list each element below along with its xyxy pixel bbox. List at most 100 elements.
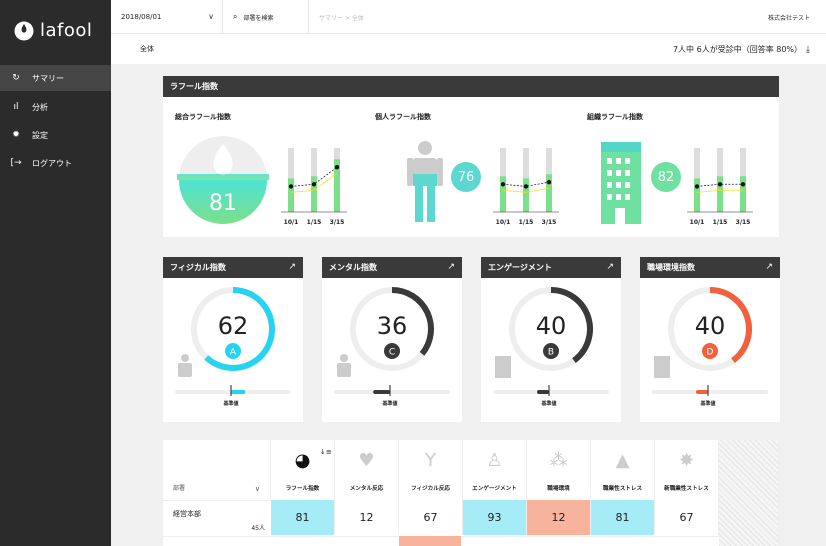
search-label: 部署を検索 [243, 14, 274, 22]
card-score: 40 [536, 312, 567, 340]
column-header[interactable]: ✸ 新職業性ストレス [655, 440, 719, 500]
value-bar [717, 176, 723, 212]
refresh-icon: ↻ [12, 73, 20, 83]
card-title: エンゲージメント [488, 263, 552, 272]
search-icon: ⌕ [233, 12, 238, 21]
data-point [288, 184, 294, 189]
dept-cell[interactable]: 経営本部 45人 [163, 500, 271, 535]
sidebar-item-label: サマリー [32, 73, 64, 83]
base-track [493, 390, 609, 394]
card-header: エンゲージメント ↗ [481, 257, 621, 278]
expand-arrow-icon[interactable]: ↗ [288, 262, 296, 272]
table-cell[interactable]: 67 [655, 500, 719, 535]
building-icon [601, 142, 641, 224]
data-point [311, 182, 317, 187]
expand-arrow-icon[interactable]: ↗ [447, 262, 455, 272]
value-bar [288, 178, 294, 212]
lafool-index-panel: ラフール指数 総合ラフール指数 個人ラフール指数 組織ラフール指数 81 76 [163, 76, 779, 237]
burst-icon: ✸ [678, 450, 695, 471]
sidebar-item-label: 設定 [32, 130, 48, 140]
personal-score: 76 [451, 162, 481, 192]
personal-index-title: 個人ラフール指数 [375, 113, 431, 121]
dept-header-cell: 部署 ∨ [163, 440, 271, 500]
sidebar-item-analysis[interactable]: ıl 分析 [0, 94, 111, 120]
card-header: フィジカル指数 ↗ [163, 257, 303, 278]
index-card[interactable]: エンゲージメント ↗ 40 B 基準値 [481, 257, 621, 422]
heart-icon: ♥ [358, 450, 375, 471]
grade-letter: B [548, 348, 554, 358]
card-score: 36 [377, 312, 408, 340]
sidebar-item-settings[interactable]: ✹ 設定 [0, 122, 111, 148]
base-track [334, 390, 450, 394]
base-track [652, 390, 768, 394]
index-card[interactable]: 職場環境指数 ↗ 40 D 基準値 [640, 257, 780, 422]
table-cell [399, 536, 461, 546]
value-bar [311, 176, 317, 212]
card-score: 62 [218, 312, 249, 340]
sidebar-item-summary[interactable]: ↻ サマリー [0, 65, 111, 91]
person-body [178, 363, 192, 377]
expand-arrow-icon[interactable]: ↗ [606, 262, 614, 272]
top-bar: 2018/08/01 ∨ ⌕ 部署を検索 サマリー > 全体 株式会社テスト [111, 0, 826, 34]
column-header[interactable]: ♙ エンゲージメント [463, 440, 527, 500]
table-cell[interactable]: 81 [591, 500, 655, 535]
table-cell[interactable]: 12 [527, 500, 591, 535]
base-label: 基準値 [381, 400, 397, 407]
column-header[interactable]: Y フィジカル反応 [399, 440, 463, 500]
person-icon: Y [425, 450, 436, 471]
tick-label: 10/1 [496, 219, 511, 226]
personal-trend-chart: 10/1 1/15 3/15 [493, 148, 559, 226]
column-header[interactable]: ♥ メンタル反応 [335, 440, 399, 500]
tick-label: 3/15 [542, 219, 557, 226]
card-title: メンタル指数 [329, 263, 377, 272]
data-point [500, 182, 506, 187]
table-cell[interactable]: 93 [463, 500, 527, 535]
value-bar [523, 178, 529, 212]
tick-label: 3/15 [736, 219, 751, 226]
warning-icon: ▲ [615, 450, 630, 471]
card-score: 40 [695, 312, 726, 340]
person-icon [181, 354, 189, 362]
download-icon[interactable]: ⤓ [806, 45, 810, 55]
sidebar-item-logout[interactable]: [→ ログアウト [0, 150, 111, 176]
breadcrumb: サマリー > 全体 [319, 15, 364, 22]
column-header[interactable]: ⁂ 職場環境 [527, 440, 591, 500]
logo[interactable]: lafool [14, 20, 92, 41]
base-label: 基準値 [540, 400, 556, 407]
department-search[interactable]: ⌕ 部署を検索 [223, 0, 309, 34]
building-icon [654, 356, 670, 378]
base-fill [231, 390, 246, 394]
value-bar [546, 174, 552, 212]
building-icon [495, 356, 511, 378]
lafool-logo-icon [14, 21, 34, 40]
main-content: ラフール指数 総合ラフール指数 個人ラフール指数 組織ラフール指数 81 76 [111, 64, 826, 546]
data-point [334, 165, 340, 170]
index-card[interactable]: メンタル指数 ↗ 36 C 基準値 [322, 257, 462, 422]
dept-name: 経営本部 [173, 510, 201, 518]
org-index-title: 組織ラフール指数 [587, 113, 643, 121]
company-name: 株式会社テスト [767, 15, 810, 22]
value-bar [694, 178, 700, 212]
data-point [546, 179, 552, 185]
expand-arrow-icon[interactable]: ↗ [765, 262, 773, 272]
table-cell[interactable]: 12 [335, 500, 399, 535]
grade-letter: D [707, 348, 714, 358]
overall-gauge: 81 [177, 136, 269, 224]
table-cell[interactable]: 67 [399, 500, 463, 535]
overall-trend-chart: 10/1 1/15 3/15 [281, 148, 347, 226]
tick-label: 3/15 [330, 219, 345, 226]
value-bar [740, 176, 746, 212]
date-selector[interactable]: 2018/08/01 ∨ [111, 0, 223, 34]
column-label: 職場環境 [547, 486, 570, 492]
table-cell[interactable]: 81 [271, 500, 335, 535]
index-card[interactable]: フィジカル指数 ↗ 62 A 基準値 [163, 257, 303, 422]
sidebar: lafool ↻ サマリー ıl 分析 ✹ 設定 [→ ログアウト [0, 0, 111, 546]
card-title: フィジカル指数 [170, 263, 226, 272]
sort-icon[interactable]: ↓≡ [320, 448, 332, 456]
tick-label: 1/15 [307, 219, 322, 226]
card-title: 職場環境指数 [647, 263, 695, 272]
column-header[interactable]: ▲ 職業性ストレス [591, 440, 655, 500]
sub-header: 全体 7人中 6人が受診中（回答率 80%） ⤓ [111, 34, 826, 64]
logout-icon: [→ [10, 158, 22, 168]
chevron-down-icon[interactable]: ∨ [255, 485, 260, 493]
